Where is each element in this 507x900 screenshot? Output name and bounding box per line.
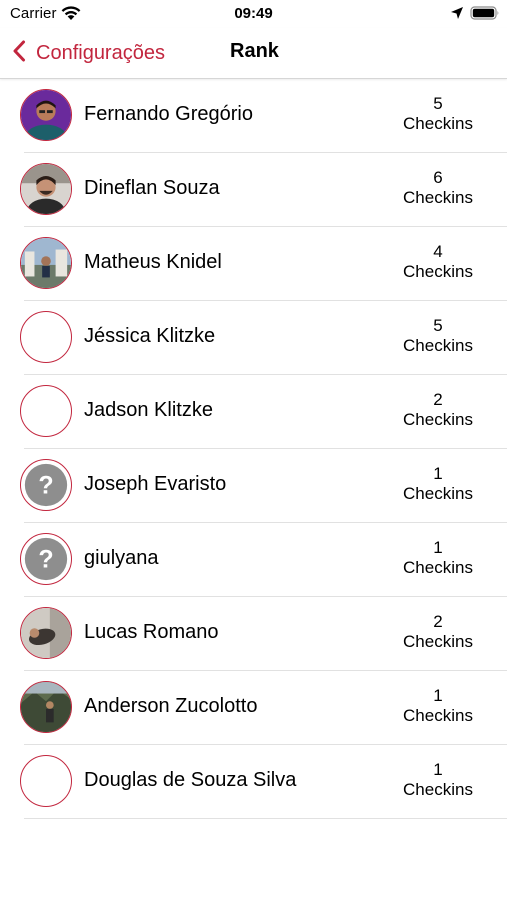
checkin-count: 1 Checkins [394,760,482,800]
avatar [20,385,72,437]
checkin-count: 2 Checkins [394,390,482,430]
list-item[interactable]: Lucas Romano 2 Checkins [20,597,507,671]
user-photo-icon [21,90,71,140]
checkin-count: 4 Checkins [394,242,482,282]
checkin-count: 1 Checkins [394,538,482,578]
navigation-bar: Configurações Rank [0,28,507,79]
list-item[interactable]: Matheus Knidel 4 Checkins [20,227,507,301]
checkin-count: 5 Checkins [394,316,482,356]
checkin-number: 1 [433,686,443,705]
user-name: Fernando Gregório [84,103,253,125]
question-mark-icon: ? [24,537,68,581]
user-name: Matheus Knidel [84,251,222,273]
checkin-number: 1 [433,538,443,557]
user-name: Dineflan Souza [84,177,220,199]
user-name: Douglas de Souza Silva [84,769,297,791]
checkin-number: 2 [433,612,443,631]
list-item[interactable]: Dineflan Souza 6 Checkins [20,153,507,227]
user-photo-icon [21,238,71,288]
status-bar: Carrier 09:49 [0,0,507,28]
status-time: 09:49 [234,5,273,22]
checkin-number: 6 [433,168,443,187]
avatar [20,237,72,289]
list-item[interactable]: ? giulyana 1 Checkins [20,523,507,597]
checkin-number: 4 [433,242,443,261]
question-mark-icon: ? [24,463,68,507]
checkin-unit: Checkins [403,262,473,281]
checkin-unit: Checkins [403,114,473,133]
checkin-count: 1 Checkins [394,686,482,726]
user-photo-icon [21,682,71,732]
checkin-unit: Checkins [403,780,473,799]
checkin-number: 5 [433,316,443,335]
list-item[interactable]: Fernando Gregório 5 Checkins [20,79,507,153]
list-item[interactable]: Anderson Zucolotto 1 Checkins [20,671,507,745]
avatar: ? [20,459,72,511]
checkin-unit: Checkins [403,188,473,207]
page-title: Rank [230,40,279,62]
avatar [20,163,72,215]
location-arrow-icon [450,6,464,20]
checkin-unit: Checkins [403,336,473,355]
checkin-unit: Checkins [403,706,473,725]
checkin-count: 2 Checkins [394,612,482,652]
back-button[interactable]: Configurações [12,36,165,70]
list-item[interactable]: Douglas de Souza Silva 1 Checkins [20,745,507,819]
avatar [20,89,72,141]
checkin-number: 1 [433,760,443,779]
avatar [20,311,72,363]
checkin-unit: Checkins [403,632,473,651]
avatar: ? [20,533,72,585]
checkin-unit: Checkins [403,484,473,503]
avatar [20,681,72,733]
checkin-unit: Checkins [403,410,473,429]
checkin-count: 5 Checkins [394,94,482,134]
checkin-number: 5 [433,94,443,113]
checkin-number: 1 [433,464,443,483]
user-name: giulyana [84,547,159,569]
user-name: Jadson Klitzke [84,399,213,421]
checkin-count: 6 Checkins [394,168,482,208]
list-item[interactable]: Jadson Klitzke 2 Checkins [20,375,507,449]
avatar [20,607,72,659]
svg-text:?: ? [38,546,53,574]
avatar [20,755,72,807]
list-item[interactable]: Jéssica Klitzke 5 Checkins [20,301,507,375]
user-name: Joseph Evaristo [84,473,227,495]
back-button-label: Configurações [36,41,165,64]
rank-list: Fernando Gregório 5 Checkins Dineflan So… [0,79,507,819]
user-name: Anderson Zucolotto [84,695,258,717]
battery-icon [470,5,500,21]
checkin-unit: Checkins [403,558,473,577]
user-name: Lucas Romano [84,621,219,643]
chevron-left-icon [12,40,36,67]
svg-text:?: ? [38,472,53,500]
list-item[interactable]: ? Joseph Evaristo 1 Checkins [20,449,507,523]
checkin-number: 2 [433,390,443,409]
user-name: Jéssica Klitzke [84,325,216,347]
user-photo-icon [21,608,71,658]
checkin-count: 1 Checkins [394,464,482,504]
user-photo-icon [21,164,71,214]
